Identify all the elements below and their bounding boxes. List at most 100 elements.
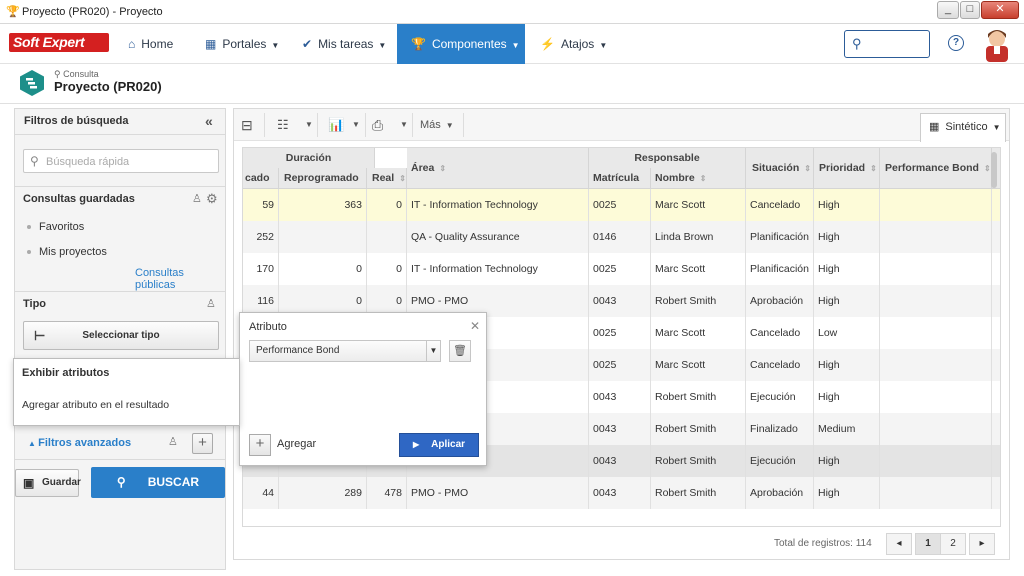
table-row[interactable]: 170 0 0 IT - Information Technology 0025 Marc… [243, 253, 1000, 285]
sort-icon: ⇕ [804, 164, 811, 173]
brush-icon[interactable]: ♙ [168, 435, 178, 448]
col-nombre[interactable]: Nombre ⇕ [651, 168, 746, 189]
delete-attribute-button[interactable]: 🗑 [449, 340, 471, 362]
table-row[interactable]: 44 289 478 PMO - PMO 0043 Robert Smith Aprobac… [243, 477, 1000, 509]
cell-prioridad: High [814, 381, 880, 413]
nav-portales[interactable]: ▦ Portales ▼ [205, 24, 283, 64]
save-icon: ▣ [23, 476, 35, 490]
col-area[interactable]: Área ⇕ [407, 148, 589, 189]
minimize-button[interactable]: _ [937, 1, 959, 19]
cell-area: QA - Quality Assurance [407, 221, 589, 253]
cell-matricula: 0025 [589, 317, 651, 349]
cell-bond [880, 221, 992, 253]
brush-icon[interactable]: ♙ [192, 192, 202, 205]
cell-nombre: Robert Smith [651, 285, 746, 317]
cell-bond [880, 445, 992, 477]
vertical-scrollbar[interactable] [991, 152, 997, 188]
caret-down-icon[interactable]: ▼ [305, 113, 313, 137]
search-icon: ⚲ [852, 36, 862, 51]
cell-real [367, 221, 407, 253]
cell-bond [880, 285, 992, 317]
page-1-button[interactable]: 1 [915, 533, 941, 555]
next-page-button[interactable]: ▸ [969, 533, 995, 555]
col-matricula[interactable]: Matrícula [589, 168, 651, 189]
brush-icon[interactable]: ♙ [206, 297, 216, 310]
cell-matricula: 0146 [589, 221, 651, 253]
cell-real: 0 [367, 253, 407, 285]
global-search-input[interactable]: ⚲ [844, 30, 930, 58]
cell-prioridad: High [814, 253, 880, 285]
cell-reprogramado: 0 [279, 253, 367, 285]
table-row[interactable]: 252 QA - Quality Assurance 0146 Linda Brown… [243, 221, 1000, 253]
saved-queries-title: Consultas guardadas [23, 193, 135, 205]
cell-situacion: Planificación [746, 253, 814, 285]
cell-nombre: Robert Smith [651, 445, 746, 477]
page-title: Proyecto (PR020) [54, 79, 162, 94]
divider [15, 291, 225, 292]
cell-nombre: Marc Scott [651, 349, 746, 381]
close-window-button[interactable]: ✕ [981, 1, 1019, 19]
cell-planificado: 59 [243, 189, 279, 221]
advanced-filters-toggle[interactable]: ▲ Filtros avanzados [28, 437, 131, 449]
attribute-select[interactable]: Performance Bond ▼ [249, 340, 441, 362]
cell-real: 478 [367, 477, 407, 509]
more-menu-button[interactable]: Más ▼ [420, 113, 454, 137]
public-queries-link[interactable]: Consultas públicas [135, 267, 225, 291]
col-prioridad[interactable]: Prioridad ⇕ [814, 148, 880, 189]
view-mode-selector[interactable]: ▦ Sintético ▼ [920, 113, 1006, 142]
exhibit-attributes-text: Agregar atributo en el resultado [22, 399, 170, 411]
print-icon[interactable]: ⎙ [372, 113, 383, 137]
col-planificado[interactable]: cado [243, 168, 279, 189]
cell-nombre: Robert Smith [651, 477, 746, 509]
add-attribute-label[interactable]: Agregar [277, 438, 316, 450]
home-icon: ⌂ [128, 37, 136, 51]
saved-query-favoritos[interactable]: Favoritos [27, 221, 84, 233]
nav-componentes[interactable]: 🏆 Componentes ▼ [397, 24, 525, 64]
col-reprogramado[interactable]: Reprogramado [279, 168, 367, 189]
nav-mis-tareas[interactable]: ✔ Mis tareas ▼ [302, 24, 392, 64]
play-icon: ▶ [412, 440, 420, 449]
user-avatar[interactable] [982, 26, 1012, 62]
sort-icon: ⇕ [399, 174, 406, 183]
close-icon[interactable]: ✕ [470, 319, 480, 333]
help-icon[interactable]: ? [948, 35, 964, 51]
cell-prioridad: High [814, 285, 880, 317]
caret-down-icon[interactable]: ▼ [400, 113, 408, 137]
save-button[interactable]: ▣ Guardar [15, 469, 81, 497]
cell-bond [880, 253, 992, 285]
tipo-title: Tipo [23, 298, 47, 310]
col-performance-bond[interactable]: Performance Bond ⇕ [880, 148, 992, 189]
quick-search-input[interactable]: ⚲ Búsqueda rápida [23, 149, 219, 173]
apply-button[interactable]: ▶ Aplicar [399, 433, 479, 457]
nav-home[interactable]: ⌂ Home [128, 24, 188, 64]
search-icon: ⚲ [30, 154, 39, 168]
maximize-button[interactable]: □ [960, 1, 980, 19]
gear-icon[interactable]: ⚙ [206, 191, 218, 207]
search-button[interactable]: ⚲ BUSCAR [91, 467, 225, 498]
prev-page-button[interactable]: ◂ [886, 533, 912, 555]
table-row[interactable]: 59 363 0 IT - Information Technology 0025 Mar… [243, 189, 1000, 221]
sort-icon: ⇕ [699, 174, 707, 183]
page-2-button[interactable]: 2 [940, 533, 966, 555]
add-filter-button[interactable]: + [192, 433, 213, 454]
col-real[interactable]: Real ⇕ [367, 168, 407, 189]
attribute-popup-title: Atributo [249, 321, 287, 333]
view-details-icon[interactable]: ⊟ [241, 113, 253, 137]
cell-planificado: 44 [243, 477, 279, 509]
nav-atajos[interactable]: ⚡ Atajos ▼ [540, 24, 608, 64]
add-attribute-button[interactable]: + [249, 434, 271, 456]
collapse-icon[interactable]: « [205, 113, 213, 129]
chart-icon[interactable]: 📊 [328, 113, 344, 137]
col-situacion[interactable]: Situación ⇕ [746, 148, 814, 189]
check-icon: ✔ [302, 37, 313, 51]
saved-query-mis-proyectos[interactable]: Mis proyectos [27, 246, 107, 258]
cell-nombre: Marc Scott [651, 253, 746, 285]
hierarchy-icon[interactable]: ☷ [277, 113, 289, 137]
select-type-button[interactable]: ⊢ Seleccionar tipo [23, 321, 219, 350]
cell-matricula: 0043 [589, 477, 651, 509]
softexpert-logo[interactable]: Soft Expert [9, 33, 109, 52]
search-icon: ⚲ [116, 475, 126, 489]
caret-down-icon[interactable]: ▼ [352, 113, 360, 137]
sort-icon: ⇕ [983, 164, 991, 173]
window-titlebar: 🏆 Proyecto (PR020) - Proyecto _ □ ✕ [0, 0, 1024, 24]
